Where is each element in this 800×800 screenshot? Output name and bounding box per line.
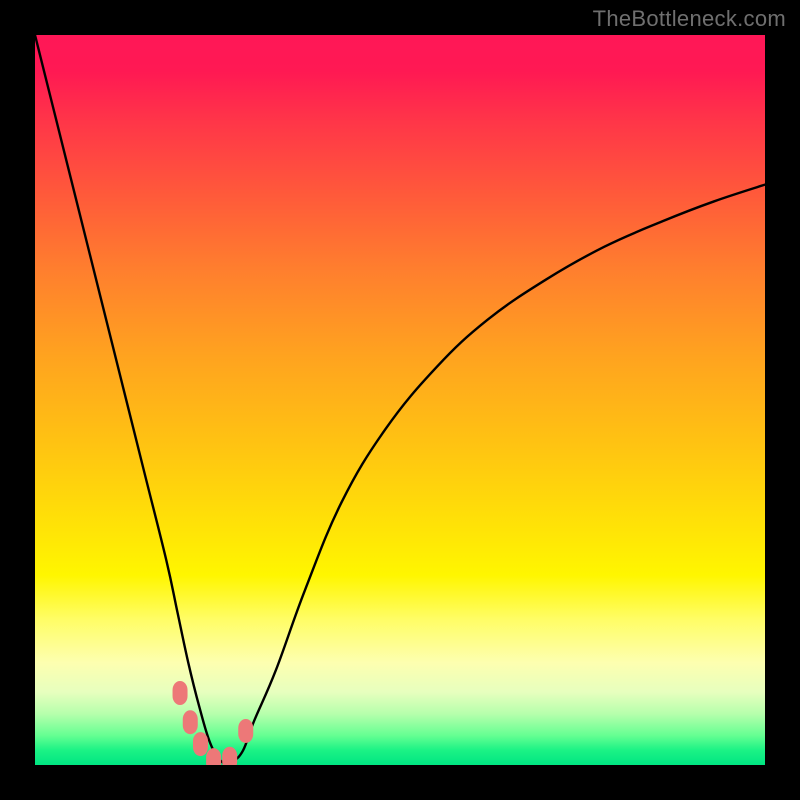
data-point-marker bbox=[238, 719, 253, 743]
chart-frame: TheBottleneck.com bbox=[0, 0, 800, 800]
watermark-text: TheBottleneck.com bbox=[593, 6, 786, 32]
data-point-marker bbox=[173, 681, 188, 705]
gradient-plot-area bbox=[35, 35, 765, 765]
data-point-marker bbox=[222, 747, 237, 765]
data-point-marker bbox=[183, 710, 198, 734]
data-point-markers bbox=[35, 35, 765, 765]
data-point-marker bbox=[193, 732, 208, 756]
data-point-marker bbox=[206, 748, 221, 765]
